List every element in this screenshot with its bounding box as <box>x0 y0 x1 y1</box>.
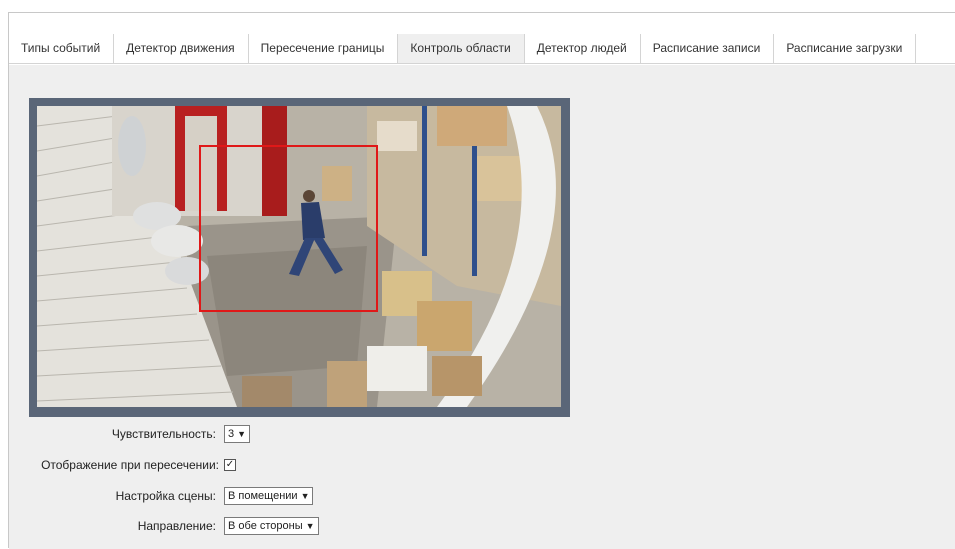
sensitivity-label: Чувствительность: <box>111 427 216 441</box>
tab-upload-schedule[interactable]: Расписание загрузки <box>774 34 917 63</box>
display-on-cross-label: Отображение при пересечении: <box>41 458 219 472</box>
display-on-cross-checkbox[interactable]: ✓ <box>224 459 236 471</box>
checkmark-icon: ✓ <box>225 459 235 470</box>
tab-event-types[interactable]: Типы событий <box>9 34 115 63</box>
sensitivity-row: Чувствительность: 3 ▼ <box>9 424 955 444</box>
direction-row: Направление: В обе стороны ▼ <box>9 516 955 536</box>
camera-image[interactable] <box>37 106 561 407</box>
display-on-cross-row: Отображение при пересечении: ✓ <box>9 455 955 475</box>
scene-label: Настройка сцены: <box>115 489 216 503</box>
chevron-down-icon: ▼ <box>305 521 315 531</box>
tab-area-control[interactable]: Контроль области <box>398 34 525 63</box>
direction-label: Направление: <box>137 519 216 533</box>
camera-scene-illustration <box>37 106 561 407</box>
direction-value: В обе стороны <box>228 520 303 532</box>
main-frame: Типы событий Детектор движения Пересечен… <box>8 12 955 549</box>
video-preview <box>29 98 570 417</box>
tab-record-schedule[interactable]: Расписание записи <box>640 34 775 63</box>
content-area: Чувствительность: 3 ▼ Отображение при пер… <box>9 65 955 549</box>
chevron-down-icon: ▼ <box>237 429 247 439</box>
sensitivity-value: 3 <box>228 428 235 440</box>
tab-line-crossing[interactable]: Пересечение границы <box>248 34 399 63</box>
tab-bar: Типы событий Детектор движения Пересечен… <box>9 34 955 64</box>
scene-select[interactable]: В помещении ▼ <box>224 487 314 505</box>
scene-row: Настройка сцены: В помещении ▼ <box>9 486 955 506</box>
chevron-down-icon: ▼ <box>300 491 310 501</box>
tab-motion-detector[interactable]: Детектор движения <box>114 34 249 63</box>
sensitivity-select[interactable]: 3 ▼ <box>224 425 251 443</box>
direction-select[interactable]: В обе стороны ▼ <box>224 517 319 535</box>
scene-value: В помещении <box>228 490 298 502</box>
tab-people-detector[interactable]: Детектор людей <box>524 34 641 63</box>
